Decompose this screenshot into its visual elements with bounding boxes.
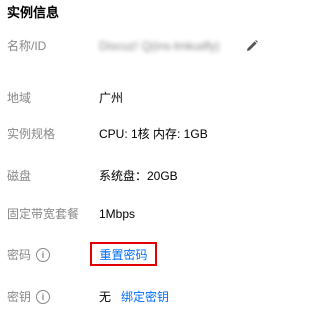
row-bandwidth: 固定带宽套餐 1Mbps bbox=[0, 204, 268, 224]
bandwidth-label: 固定带宽套餐 bbox=[7, 207, 80, 221]
region-label: 地域 bbox=[7, 91, 32, 105]
password-label: 密码 bbox=[7, 248, 32, 262]
name-id-value: Discuz! Q(ins-lmkudfy) bbox=[99, 39, 220, 53]
reset-password-link[interactable]: 重置密码 bbox=[90, 242, 157, 266]
disk-value: 系统盘：20GB bbox=[99, 169, 178, 183]
row-key: 密钥 i 无 绑定密钥 bbox=[0, 287, 268, 307]
region-value: 广州 bbox=[99, 91, 124, 105]
spec-value: CPU: 1核 内存: 1GB bbox=[99, 127, 208, 141]
bandwidth-value: 1Mbps bbox=[99, 207, 136, 221]
row-region: 地域 广州 bbox=[0, 88, 268, 108]
key-value: 无 bbox=[99, 290, 112, 304]
disk-label: 磁盘 bbox=[7, 169, 32, 183]
reset-password-label: 重置密码 bbox=[99, 247, 148, 262]
instance-info-panel: 实例信息 名称/ID Discuz! Q(ins-lmkudfy) 地域 广州 … bbox=[0, 0, 268, 324]
info-icon[interactable]: i bbox=[36, 248, 51, 262]
row-disk: 磁盘 系统盘：20GB bbox=[0, 166, 268, 186]
key-label: 密钥 bbox=[7, 290, 32, 304]
spec-label: 实例规格 bbox=[7, 127, 56, 141]
name-id-label: 名称/ID bbox=[7, 39, 47, 53]
key-value-group: 无 绑定密钥 bbox=[99, 287, 169, 307]
row-spec: 实例规格 CPU: 1核 内存: 1GB bbox=[0, 124, 268, 144]
section-title: 实例信息 bbox=[7, 5, 60, 20]
edit-pencil-icon[interactable] bbox=[245, 39, 259, 53]
bind-key-link[interactable]: 绑定密钥 bbox=[121, 287, 169, 307]
password-label-group: 密码 i bbox=[7, 245, 51, 265]
row-name-id: 名称/ID Discuz! Q(ins-lmkudfy) bbox=[0, 36, 268, 56]
key-label-group: 密钥 i bbox=[7, 287, 51, 307]
info-icon[interactable]: i bbox=[36, 290, 51, 304]
